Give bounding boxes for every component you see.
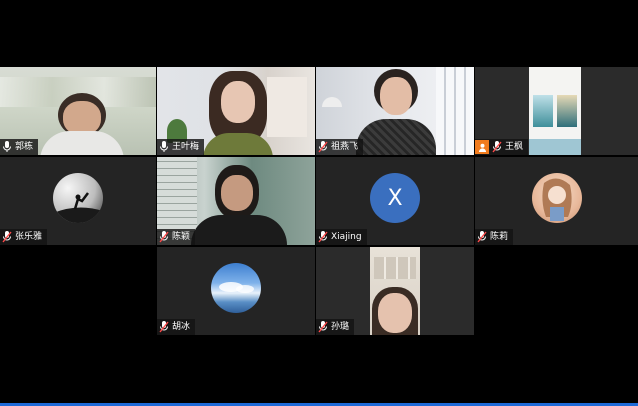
video-tile-guodong[interactable]: 郭栋 [0,67,156,155]
video-tile-zhangleya[interactable]: 张乐雅 [0,157,156,245]
avatar [53,173,103,223]
video-tile-zuyanfei[interactable]: 祖燕飞 [316,67,474,155]
video-tile-chenying[interactable]: 陈颖 [157,157,315,245]
video-tile-sunlu[interactable]: 孙璐 [316,247,474,335]
nameplate: 孙璐 [316,319,355,335]
mic-muted-icon[interactable] [159,321,169,333]
video-tile-xiajing[interactable]: X Xiajing [316,157,474,245]
video-tile-hubing[interactable]: 胡冰 [157,247,315,335]
nameplate: 祖燕飞 [316,139,364,155]
mic-icon[interactable] [159,141,169,153]
nameplate: 郭栋 [0,139,39,155]
participant-name: 王叶梅 [172,142,200,152]
mic-muted-icon[interactable] [2,231,12,243]
mic-muted-icon[interactable] [477,231,487,243]
participant-name: 张乐雅 [15,232,43,242]
mic-muted-icon[interactable] [318,231,328,243]
video-tile-wangfeng[interactable]: 王枫 [475,67,638,155]
nameplate: 陈颖 [157,229,196,245]
mic-icon[interactable] [2,141,12,153]
participant-name: Xiajing [331,232,362,242]
mic-muted-icon[interactable] [159,231,169,243]
participant-name: 陈莉 [490,232,509,242]
mic-muted-icon[interactable] [318,141,328,153]
nameplate: 胡冰 [157,319,196,335]
participant-name: 孙璐 [331,322,350,332]
initial-avatar: X [370,173,420,223]
nameplate: Xiajing [316,229,367,245]
nameplate: 陈莉 [475,229,514,245]
participant-name: 胡冰 [172,322,191,332]
nameplate: 王叶梅 [157,139,205,155]
mic-muted-icon[interactable] [318,321,328,333]
participant-name: 郭栋 [15,142,34,152]
host-badge-icon [475,140,489,154]
video-tile-chenli[interactable]: 陈莉 [475,157,638,245]
participant-name: 陈颖 [172,232,191,242]
mic-muted-icon[interactable] [492,141,502,153]
video-tile-wangyemei[interactable]: 王叶梅 [157,67,315,155]
nameplate: 王枫 [475,139,529,155]
nameplate: 张乐雅 [0,229,48,245]
participant-name: 祖燕飞 [331,142,359,152]
avatar [531,173,582,223]
participant-name: 王枫 [505,142,524,152]
avatar [211,263,261,313]
